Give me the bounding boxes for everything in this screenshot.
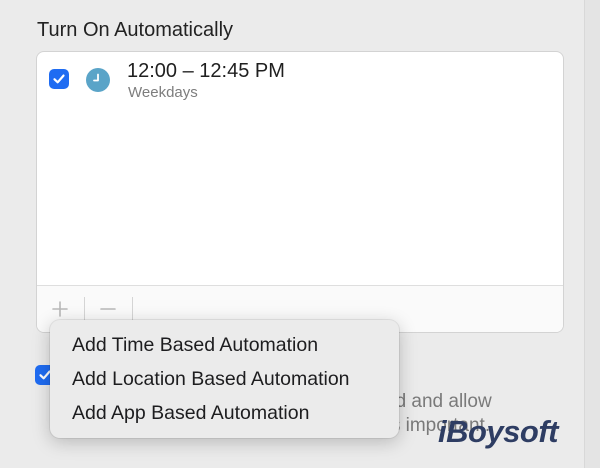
clock-icon: [86, 68, 110, 92]
section-title: Turn On Automatically: [37, 19, 234, 41]
toolbar-divider: [132, 297, 133, 321]
schedule-days: Weekdays: [128, 84, 198, 101]
description-line-1: ed and allow: [385, 391, 492, 412]
menu-item-app-based[interactable]: Add App Based Automation: [72, 402, 309, 425]
menu-item-location-based[interactable]: Add Location Based Automation: [72, 368, 350, 391]
checkmark-icon: [53, 74, 65, 84]
schedule-list: 12:00 – 12:45 PM Weekdays: [36, 51, 564, 333]
add-automation-menu: Add Time Based Automation Add Location B…: [50, 320, 399, 438]
watermark-logo: iBoysoft: [438, 414, 559, 449]
plus-icon: [52, 301, 68, 317]
schedule-time: 12:00 – 12:45 PM: [127, 60, 285, 82]
list-item[interactable]: 12:00 – 12:45 PM Weekdays: [37, 52, 563, 112]
schedule-checkbox[interactable]: [49, 69, 69, 89]
minus-icon: [100, 308, 116, 310]
menu-item-time-based[interactable]: Add Time Based Automation: [72, 334, 318, 357]
